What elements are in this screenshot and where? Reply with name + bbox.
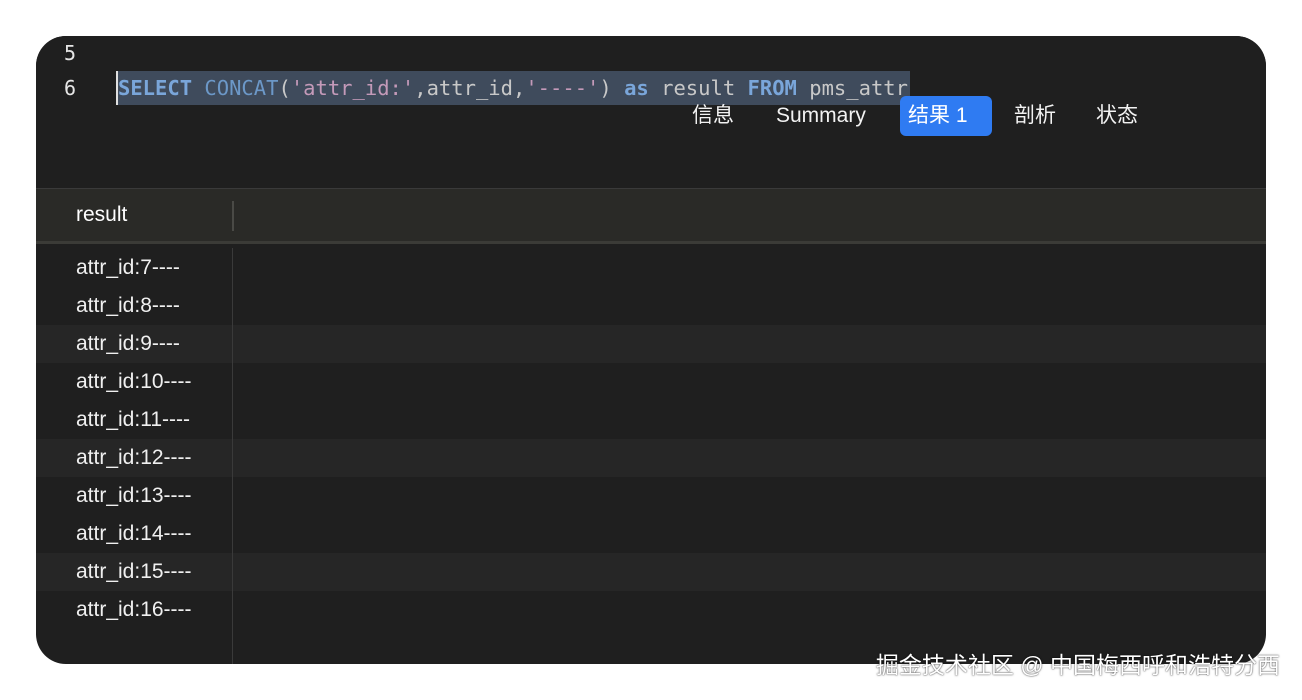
table-row[interactable]: attr_id:13---- <box>36 477 1266 515</box>
column-resize-handle[interactable] <box>232 201 234 231</box>
line-number: 6 <box>63 76 76 100</box>
table-cell-result[interactable]: attr_id:11---- <box>76 401 190 439</box>
sql-token-op: ) <box>599 76 625 100</box>
sql-editor-window: 5 6 SELECT CONCAT('attr_id:',attr_id,'--… <box>36 36 1266 664</box>
tab-result-1[interactable]: 结果 1 <box>900 96 992 136</box>
column-divider <box>232 248 233 664</box>
sql-token-op: ,attr_id, <box>414 76 526 100</box>
sql-token-str: '----' <box>525 76 600 100</box>
table-row[interactable]: attr_id:7---- <box>36 249 1266 287</box>
result-tabs-bar <box>36 122 1266 189</box>
table-cell-result[interactable]: attr_id:12---- <box>76 439 192 477</box>
sql-token-kw: SELECT <box>118 76 193 100</box>
table-cell-result[interactable]: attr_id:13---- <box>76 477 192 515</box>
tab-profile[interactable]: 剖析 <box>1006 96 1064 136</box>
table-cell-result[interactable]: attr_id:14---- <box>76 515 192 553</box>
line-number: 5 <box>63 41 76 65</box>
table-cell-result[interactable]: attr_id:16---- <box>76 591 192 629</box>
sql-token-kw: as <box>624 76 649 100</box>
tab-status[interactable]: 状态 <box>1088 96 1146 136</box>
sql-token-op <box>192 76 204 100</box>
table-cell-result[interactable]: attr_id:10---- <box>76 363 192 401</box>
table-row[interactable]: attr_id:10---- <box>36 363 1266 401</box>
table-row[interactable]: attr_id:16---- <box>36 591 1266 629</box>
result-grid-body: attr_id:16---- attr_id:15---- attr_id:14--… <box>36 248 1266 664</box>
table-cell-result[interactable]: attr_id:7---- <box>76 249 180 287</box>
tab-summary[interactable]: Summary <box>768 96 874 136</box>
result-grid-header: result <box>36 189 1266 244</box>
watermark: 掘金技术社区 @ 中国梅西呼和浩特分西 <box>875 652 1280 678</box>
table-row[interactable]: attr_id:11---- <box>36 401 1266 439</box>
table-cell-result[interactable]: attr_id:15---- <box>76 553 192 591</box>
column-header-result[interactable]: result <box>76 189 127 241</box>
table-row[interactable]: attr_id:12---- <box>36 439 1266 477</box>
table-cell-result[interactable]: attr_id:9---- <box>76 325 180 363</box>
sql-token-str: 'attr_id:' <box>290 76 415 100</box>
table-row[interactable]: attr_id:9---- <box>36 325 1266 363</box>
sql-token-fn: CONCAT <box>204 76 279 100</box>
table-cell-result[interactable]: attr_id:8---- <box>76 287 180 325</box>
table-row[interactable]: attr_id:14---- <box>36 515 1266 553</box>
sql-editor[interactable]: 5 6 SELECT CONCAT('attr_id:',attr_id,'--… <box>36 36 1266 123</box>
sql-token-op: ( <box>278 76 291 100</box>
tab-info[interactable]: 信息 <box>684 96 742 136</box>
table-row[interactable]: attr_id:15---- <box>36 553 1266 591</box>
code-line-6[interactable]: 6 SELECT CONCAT('attr_id:',attr_id,'----… <box>36 71 1266 105</box>
table-row[interactable]: attr_id:8---- <box>36 287 1266 325</box>
code-line-5[interactable]: 5 <box>36 36 1266 70</box>
